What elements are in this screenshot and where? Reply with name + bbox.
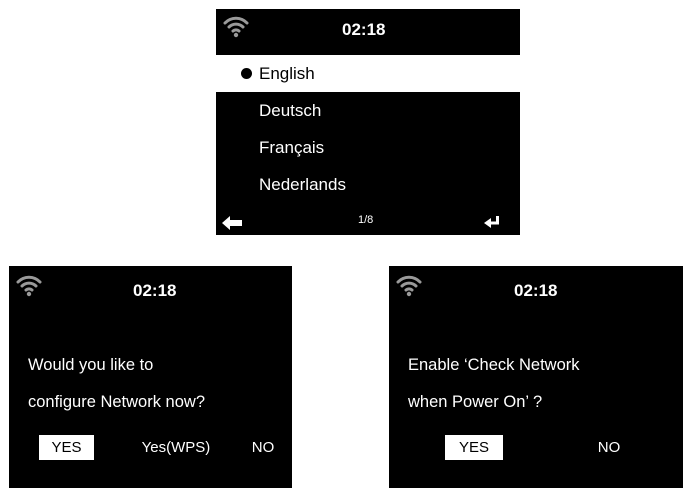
language-option-deutsch[interactable]: Deutsch — [216, 92, 520, 129]
enter-icon[interactable] — [484, 215, 500, 229]
language-option-english[interactable]: English — [216, 55, 520, 92]
language-list: English Deutsch Français Nederlands — [216, 55, 520, 203]
network-config-dialog: 02:18 Would you like to configure Networ… — [9, 266, 292, 488]
language-screen: 02:18 English Deutsch Français Nederland… — [216, 9, 520, 235]
clock: 02:18 — [514, 281, 558, 300]
language-label: Deutsch — [259, 101, 322, 120]
clock: 02:18 — [342, 20, 386, 39]
page-indicator: 1/8 — [358, 214, 374, 226]
language-label: Nederlands — [259, 175, 346, 194]
yes-button[interactable]: YES — [39, 435, 94, 460]
dialog-message-line: configure Network now? — [28, 393, 206, 411]
yes-wps-button[interactable]: Yes(WPS) — [136, 435, 216, 460]
no-button[interactable]: NO — [245, 435, 281, 460]
language-label: English — [259, 64, 315, 83]
no-button[interactable]: NO — [589, 435, 629, 460]
language-option-francais[interactable]: Français — [216, 129, 520, 166]
language-option-nederlands[interactable]: Nederlands — [216, 166, 520, 203]
dialog-message-line: Enable ‘Check Network — [408, 356, 580, 374]
wifi-icon — [16, 275, 42, 297]
dialog-message-line: Would you like to — [28, 356, 154, 374]
wifi-icon — [396, 275, 422, 297]
dialog-message-line: when Power On’ ? — [408, 393, 543, 411]
check-network-dialog: 02:18 Enable ‘Check Network when Power O… — [389, 266, 683, 488]
yes-button[interactable]: YES — [445, 435, 503, 460]
language-label: Français — [259, 138, 325, 157]
bullet-icon — [241, 68, 252, 79]
wifi-icon — [223, 16, 249, 38]
clock: 02:18 — [133, 281, 177, 300]
back-arrow-icon[interactable] — [222, 216, 242, 230]
